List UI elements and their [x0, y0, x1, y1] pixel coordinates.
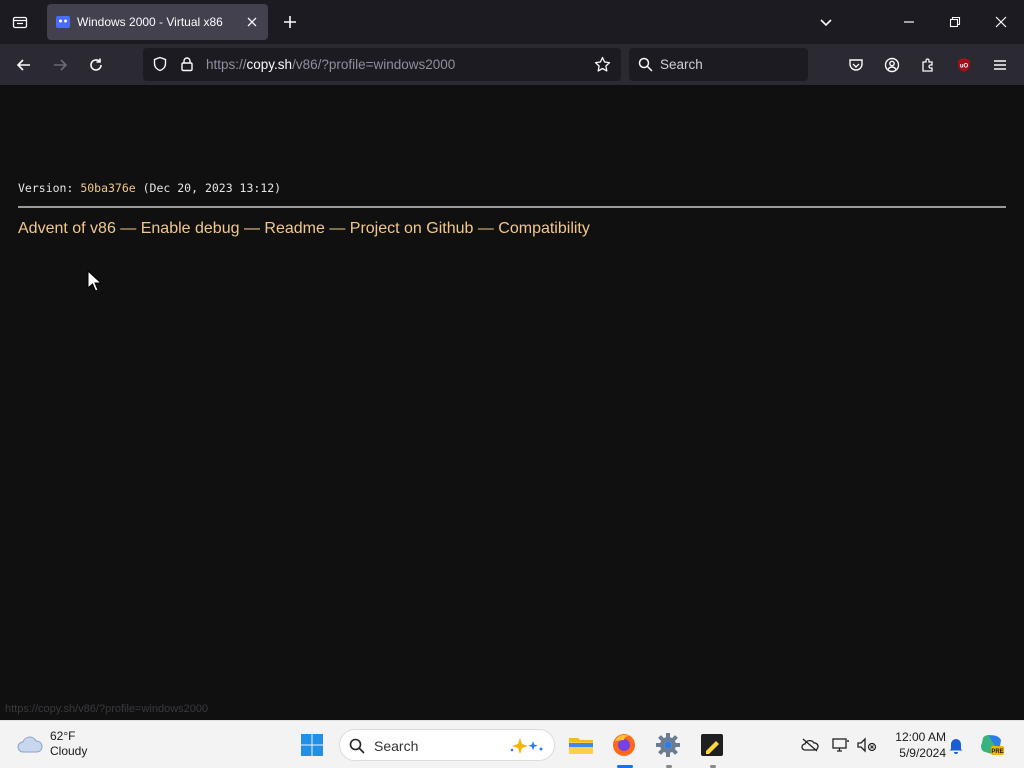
copilot-pre-icon[interactable]: PRE	[976, 729, 1008, 761]
file-explorer-icon[interactable]	[565, 729, 597, 761]
weather-desc: Cloudy	[50, 744, 88, 758]
version-date: (Dec 20, 2023 13:12)	[135, 181, 282, 195]
menu-hamburger-icon[interactable]	[987, 52, 1013, 78]
forward-arrow-icon[interactable]	[47, 52, 73, 78]
link-readme[interactable]: Readme	[264, 220, 324, 237]
tab-active[interactable]: Windows 2000 - Virtual x86	[47, 4, 268, 40]
separator: —	[239, 220, 265, 237]
tab-strip: Windows 2000 - Virtual x86	[0, 0, 1024, 44]
mouse-cursor-icon	[87, 270, 101, 292]
settings-gear-icon[interactable]	[652, 729, 684, 761]
search-icon	[638, 57, 653, 72]
clock-time: 12:00 AM	[895, 730, 946, 744]
notification-bell-icon[interactable]	[946, 735, 966, 755]
svg-text:uO: uO	[960, 64, 969, 70]
back-arrow-icon[interactable]	[11, 52, 37, 78]
search-placeholder: Search	[660, 57, 703, 72]
url-bar[interactable]: https://copy.sh/v86/?profile=windows2000	[143, 48, 621, 81]
close-window-icon[interactable]	[978, 0, 1024, 44]
chevron-down-icon[interactable]	[815, 11, 837, 33]
taskbar: 62°F Cloudy Search 12:00 AM 5/9/2024 PRE	[0, 720, 1024, 768]
v86-favicon-icon	[56, 15, 70, 28]
display-icon[interactable]	[831, 735, 851, 755]
tab-list-icon[interactable]	[8, 10, 32, 34]
pocket-icon[interactable]	[843, 52, 869, 78]
tab-close-icon[interactable]	[244, 14, 260, 30]
version-label: Version:	[18, 181, 81, 195]
status-url: https://copy.sh/v86/?profile=windows2000	[5, 703, 209, 715]
clock[interactable]: 12:00 AM 5/9/2024	[884, 729, 946, 761]
account-icon[interactable]	[879, 52, 905, 78]
link-compatibility[interactable]: Compatibility	[498, 220, 590, 237]
separator: —	[324, 220, 350, 237]
link-advent[interactable]: Advent of v86	[18, 220, 116, 237]
restore-icon[interactable]	[932, 0, 978, 44]
onedrive-offline-icon[interactable]	[800, 735, 820, 755]
search-bar[interactable]: Search	[629, 48, 808, 81]
svg-text:PRE: PRE	[991, 749, 1003, 755]
url-text[interactable]: https://copy.sh/v86/?profile=windows2000	[206, 57, 455, 72]
weather-widget[interactable]: 62°F Cloudy	[16, 729, 87, 759]
star-bookmark-icon[interactable]	[594, 56, 611, 73]
ublock-origin-icon[interactable]: uO	[951, 52, 977, 78]
nav-links: Advent of v86 — Enable debug — Readme — …	[18, 220, 590, 238]
network-volume-icon[interactable]	[857, 735, 877, 755]
windows-start-icon[interactable]	[296, 729, 328, 761]
minimize-icon[interactable]	[886, 0, 932, 44]
extensions-icon[interactable]	[915, 52, 941, 78]
nav-bar: https://copy.sh/v86/?profile=windows2000…	[0, 44, 1024, 85]
clock-date: 5/9/2024	[899, 746, 946, 760]
copilot-sparkle-icon	[510, 738, 543, 754]
new-tab-icon[interactable]	[279, 11, 301, 33]
lock-icon[interactable]	[179, 56, 195, 72]
firefox-icon[interactable]	[608, 729, 640, 761]
separator: —	[115, 220, 141, 237]
reload-icon[interactable]	[83, 52, 109, 78]
link-enable-debug[interactable]: Enable debug	[141, 220, 240, 237]
version-line: Version: 50ba376e (Dec 20, 2023 13:12)	[18, 181, 281, 195]
divider	[18, 206, 1006, 208]
taskbar-search-label: Search	[374, 738, 419, 754]
sticky-notes-icon[interactable]	[696, 729, 728, 761]
cloud-icon	[17, 736, 43, 753]
link-github[interactable]: Project on Github	[350, 220, 474, 237]
weather-temp: 62°F	[50, 729, 76, 743]
search-icon	[349, 738, 365, 754]
tab-title: Windows 2000 - Virtual x86	[77, 15, 223, 29]
version-hash-link[interactable]: 50ba376e	[80, 181, 135, 195]
taskbar-search[interactable]: Search	[339, 729, 555, 761]
separator: —	[473, 220, 499, 237]
page-content: Version: 50ba376e (Dec 20, 2023 13:12) A…	[0, 85, 1024, 720]
shield-icon[interactable]	[152, 56, 168, 72]
